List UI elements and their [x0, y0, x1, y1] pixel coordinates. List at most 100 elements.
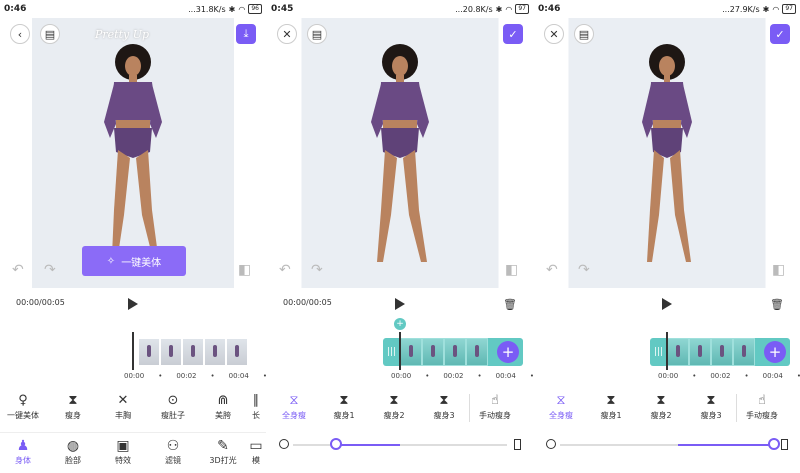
- confirm-button[interactable]: ✓: [770, 24, 790, 44]
- full-body-icon: ⧖: [556, 393, 566, 408]
- add-segment-button[interactable]: +: [497, 341, 519, 363]
- tool-hip[interactable]: ⋒ 美胯: [198, 392, 248, 421]
- compare-icon[interactable]: ◧: [505, 262, 518, 278]
- intensity-slider[interactable]: [546, 438, 788, 452]
- save-draft-button[interactable]: ▤: [307, 24, 327, 44]
- tab-body[interactable]: ♟ 身体: [0, 437, 48, 466]
- tick-dot: •: [425, 372, 430, 380]
- min-circle-icon: [546, 439, 556, 449]
- timeline-frame: [689, 338, 712, 366]
- timeline-cursor[interactable]: [666, 332, 668, 370]
- slim1-icon: ⧗: [606, 393, 616, 408]
- tool-belly[interactable]: ⊙ 瘦肚子: [148, 392, 198, 421]
- redo-icon[interactable]: ↷: [578, 262, 590, 278]
- trash-icon[interactable]: 🗑: [770, 298, 784, 311]
- effects-icon: ▣: [116, 438, 130, 454]
- status-time: 0:46: [538, 4, 561, 14]
- screen-one-click: 0:46 ...31.8K/s ✱ ◠ 96 ‹ ▤ Pretty Up ⤓ ↶: [0, 0, 266, 473]
- tab-label: 3D打光: [209, 456, 237, 465]
- confirm-button[interactable]: ✓: [503, 24, 523, 44]
- tab-template[interactable]: ▭ 模: [248, 437, 264, 466]
- status-bar: 0:45 ...20.8K/s ✱ ◠ 97: [267, 0, 533, 18]
- bluetooth-icon: ✱: [228, 4, 236, 14]
- tool-chest[interactable]: ✕ 丰胸: [98, 392, 148, 421]
- tool-label: 美胯: [215, 411, 231, 420]
- timeline-frame: [733, 338, 756, 366]
- save-draft-button[interactable]: ▤: [40, 24, 60, 44]
- slider-knob[interactable]: [768, 438, 780, 450]
- trash-icon[interactable]: 🗑: [503, 298, 517, 311]
- slim-tools: ⧖ 全身瘦 ⧗ 瘦身1 ⧗ 瘦身2 ⧗ 瘦身3 ☝ 手动瘦身: [536, 392, 800, 422]
- timeline-frame: [711, 338, 734, 366]
- timeline-strip[interactable]: [138, 338, 248, 366]
- network-speed: ...31.8K/s: [188, 4, 226, 14]
- compare-icon[interactable]: ◧: [772, 262, 785, 278]
- tick-dot: •: [744, 372, 749, 380]
- manual-slim-icon: ☝: [758, 393, 766, 408]
- tick-label: 00:02: [710, 372, 731, 380]
- min-circle-icon: [279, 439, 289, 449]
- play-button[interactable]: [662, 298, 672, 310]
- tab-3d-light[interactable]: ✎ 3D打光: [198, 437, 248, 466]
- timeline-ticks: 00:00 • 00:02 • 00:04 •: [391, 372, 533, 380]
- one-click-beauty-button[interactable]: ✧ 一键美体: [82, 246, 186, 276]
- timeline-ticks: 00:00 • 00:02 • 00:04 •: [124, 372, 266, 380]
- tool-full-body-slim[interactable]: ⧖ 全身瘦: [536, 392, 586, 422]
- timeline-frame: [138, 338, 160, 366]
- add-segment-button[interactable]: +: [764, 341, 786, 363]
- add-keyframe-icon[interactable]: +: [394, 318, 406, 330]
- wifi-icon: ◠: [505, 4, 513, 14]
- network-speed: ...27.9K/s: [722, 4, 760, 14]
- battery-icon: 97: [515, 4, 529, 14]
- tab-label: 滤镜: [165, 456, 181, 465]
- tab-label: 特效: [115, 456, 131, 465]
- tab-filter[interactable]: ⚇ 滤镜: [148, 437, 198, 466]
- timeline-cursor[interactable]: [399, 332, 401, 370]
- tool-slim[interactable]: ⧗ 瘦身: [48, 392, 98, 421]
- undo-icon[interactable]: ↶: [279, 262, 291, 278]
- intensity-slider[interactable]: [279, 438, 521, 452]
- back-button[interactable]: ‹: [10, 24, 30, 44]
- redo-icon[interactable]: ↷: [44, 262, 56, 278]
- tool-one-click-beauty[interactable]: ♀ 一键美体: [0, 392, 48, 421]
- tab-effects[interactable]: ▣ 特效: [98, 437, 148, 466]
- compare-icon[interactable]: ◧: [238, 262, 251, 278]
- redo-icon[interactable]: ↷: [311, 262, 323, 278]
- tool-slim-3[interactable]: ⧗ 瘦身3: [419, 392, 469, 422]
- play-button[interactable]: [395, 298, 405, 310]
- tool-full-body-slim[interactable]: ⧖ 全身瘦: [269, 392, 319, 422]
- slider-knob[interactable]: [329, 438, 342, 450]
- tool-slim-3[interactable]: ⧗ 瘦身3: [686, 392, 736, 422]
- undo-icon[interactable]: ↶: [546, 262, 558, 278]
- chevron-left-icon: ‹: [17, 27, 23, 41]
- tool-slim-1[interactable]: ⧗ 瘦身1: [319, 392, 369, 422]
- slider-fill: [677, 444, 774, 446]
- tool-leg[interactable]: ∥ 长: [248, 392, 264, 421]
- tool-manual-slim[interactable]: ☝ 手动瘦身: [737, 392, 787, 422]
- download-button[interactable]: ⤓: [236, 24, 256, 44]
- slim2-icon: ⧗: [389, 393, 399, 408]
- draft-icon: ▤: [311, 27, 323, 41]
- wifi-icon: ◠: [238, 4, 246, 14]
- drag-handle-icon[interactable]: |||: [650, 347, 667, 357]
- leg-icon: ∥: [252, 393, 260, 408]
- tab-face[interactable]: ◍ 脸部: [48, 437, 98, 466]
- undo-icon[interactable]: ↶: [12, 262, 24, 278]
- tool-slim-2[interactable]: ⧗ 瘦身2: [369, 392, 419, 422]
- close-button[interactable]: ✕: [277, 24, 297, 44]
- one-click-label: 一键美体: [121, 257, 162, 269]
- tab-label: 模: [252, 456, 260, 465]
- play-button[interactable]: [128, 298, 138, 310]
- save-draft-button[interactable]: ▤: [574, 24, 594, 44]
- timeline-frame: [400, 338, 423, 366]
- tool-manual-slim[interactable]: ☝ 手动瘦身: [470, 392, 520, 422]
- timeline-cursor[interactable]: [132, 332, 134, 370]
- tool-slim-1[interactable]: ⧗ 瘦身1: [586, 392, 636, 422]
- tool-slim-2[interactable]: ⧗ 瘦身2: [636, 392, 686, 422]
- screen-full-body-slim: 0:45 ...20.8K/s ✱ ◠ 97 ✕ ▤ ✓ ↶ ↷ ◧ 00:00…: [267, 0, 533, 473]
- close-button[interactable]: ✕: [544, 24, 564, 44]
- tool-label: 瘦身1: [600, 411, 622, 420]
- tool-label: 手动瘦身: [746, 411, 778, 420]
- drag-handle-icon[interactable]: |||: [383, 347, 400, 357]
- wifi-icon: ◠: [772, 4, 780, 14]
